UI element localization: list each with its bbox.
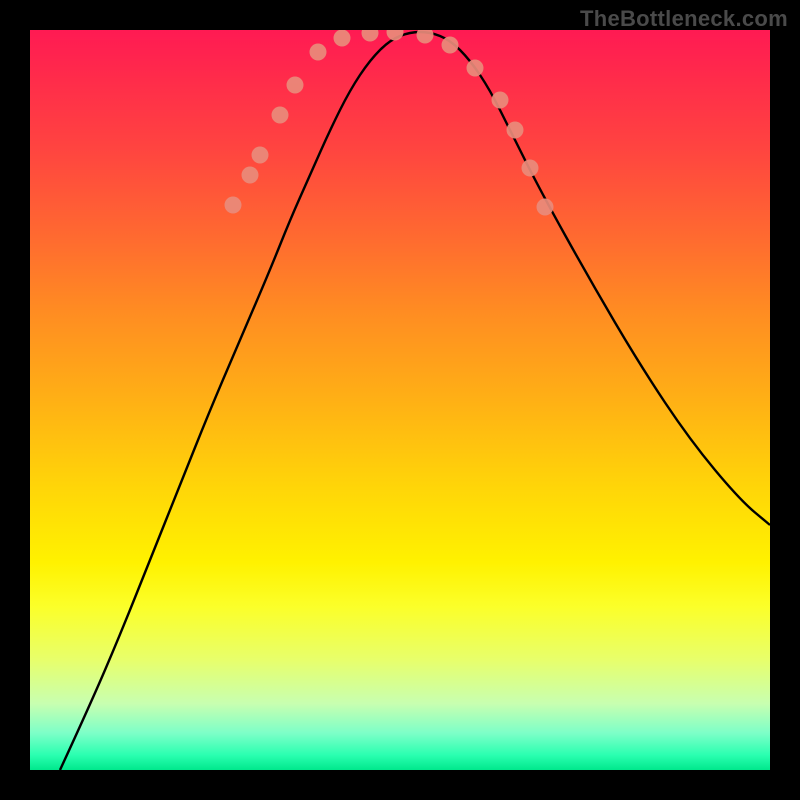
curve-marker — [334, 30, 351, 47]
curve-marker — [242, 167, 259, 184]
curve-marker — [507, 122, 524, 139]
curve-svg — [30, 30, 770, 770]
curve-marker — [387, 30, 404, 41]
curve-marker — [272, 107, 289, 124]
curve-marker — [467, 60, 484, 77]
curve-marker — [287, 77, 304, 94]
curve-markers — [225, 30, 554, 216]
curve-marker — [522, 160, 539, 177]
curve-marker — [252, 147, 269, 164]
chart-frame: TheBottleneck.com — [0, 0, 800, 800]
curve-marker — [310, 44, 327, 61]
curve-marker — [362, 30, 379, 42]
plot-area — [30, 30, 770, 770]
curve-marker — [417, 30, 434, 44]
curve-marker — [225, 197, 242, 214]
bottleneck-curve-line — [60, 32, 770, 770]
curve-marker — [492, 92, 509, 109]
curve-marker — [537, 199, 554, 216]
attribution-text: TheBottleneck.com — [580, 6, 788, 32]
curve-marker — [442, 37, 459, 54]
